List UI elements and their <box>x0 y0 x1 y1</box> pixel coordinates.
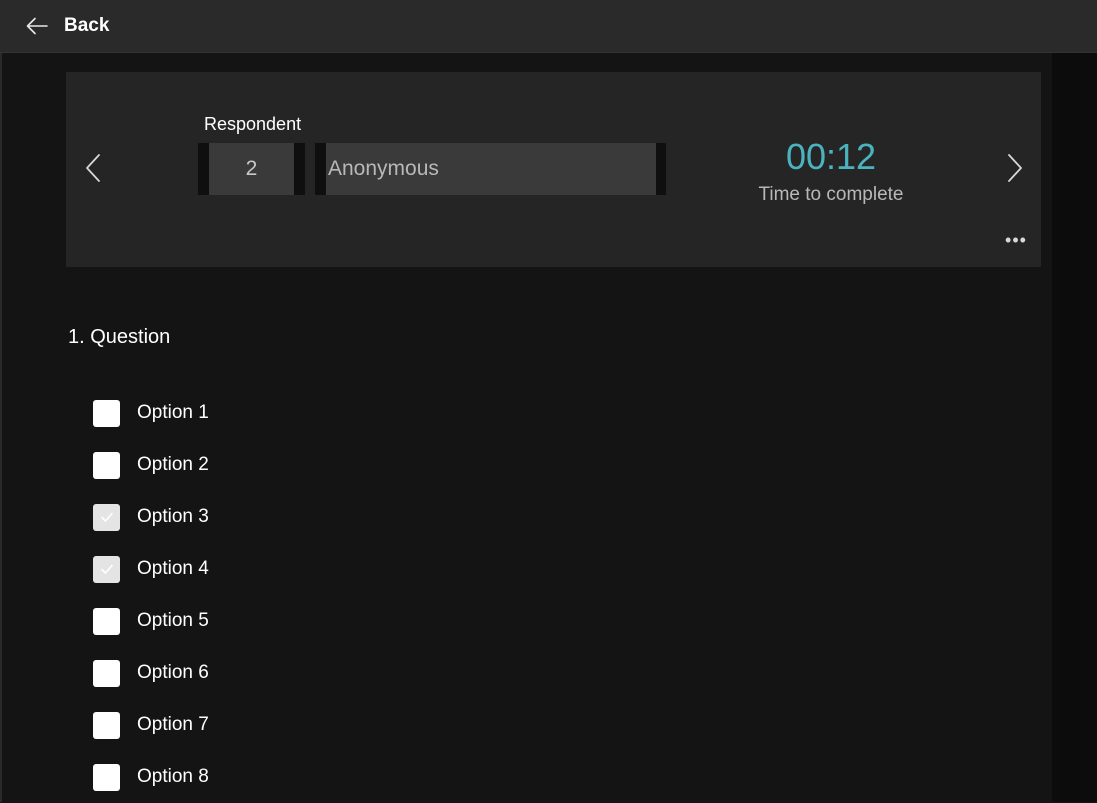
respondent-label: Respondent <box>204 114 302 134</box>
option-label: Option 6 <box>137 662 209 683</box>
checkbox[interactable] <box>93 659 120 687</box>
right-edge <box>1052 53 1097 802</box>
checkmark-icon <box>100 564 113 574</box>
respondent-card: Respondent 2 Anonymous 00:12 Time to com… <box>66 72 1041 267</box>
back-label: Back <box>64 15 110 36</box>
previous-respondent-button[interactable] <box>82 152 106 184</box>
option-row[interactable]: Option 5 <box>93 595 209 647</box>
respondent-name-field: Anonymous <box>326 143 656 195</box>
checkbox[interactable] <box>93 399 120 427</box>
options-list: Option 1 Option 2 Option 3 Option 4 Option 5… <box>93 387 209 803</box>
option-row[interactable]: Option 3 <box>93 491 209 543</box>
back-button[interactable]: Back <box>26 6 109 46</box>
arrow-left-icon <box>26 17 48 35</box>
time-to-complete-value: 00:12 <box>785 136 877 177</box>
option-label: Option 7 <box>137 714 209 735</box>
respondent-number-frame: 2 <box>198 143 305 195</box>
option-label: Option 5 <box>137 610 209 631</box>
option-row[interactable]: Option 8 <box>93 751 209 803</box>
more-options-button[interactable]: ••• <box>1004 230 1028 250</box>
option-row[interactable]: Option 1 <box>93 387 209 439</box>
checkmark-icon <box>100 512 113 522</box>
time-to-complete-label: Time to complete <box>758 184 904 205</box>
option-label: Option 4 <box>137 558 209 579</box>
checkbox-checked[interactable] <box>93 503 120 531</box>
left-edge <box>0 53 2 802</box>
respondent-number-field[interactable]: 2 <box>209 143 294 195</box>
option-label: Option 8 <box>137 766 209 787</box>
chevron-right-icon <box>1002 154 1026 188</box>
option-row[interactable]: Option 7 <box>93 699 209 751</box>
question-title: 1. Question <box>68 326 171 348</box>
ellipsis-icon: ••• <box>1005 229 1027 250</box>
option-label: Option 1 <box>137 402 209 423</box>
option-row[interactable]: Option 2 <box>93 439 209 491</box>
checkbox[interactable] <box>93 711 120 739</box>
option-row[interactable]: Option 6 <box>93 647 209 699</box>
checkbox-checked[interactable] <box>93 555 120 583</box>
option-label: Option 3 <box>137 506 209 527</box>
checkbox[interactable] <box>93 451 120 479</box>
top-bar: Back <box>0 0 1097 53</box>
next-respondent-button[interactable] <box>1002 152 1026 184</box>
option-row[interactable]: Option 4 <box>93 543 209 595</box>
chevron-left-icon <box>82 154 106 188</box>
checkbox[interactable] <box>93 763 120 791</box>
checkbox[interactable] <box>93 607 120 635</box>
respondent-name-frame: Anonymous <box>315 143 666 195</box>
option-label: Option 2 <box>137 454 209 475</box>
